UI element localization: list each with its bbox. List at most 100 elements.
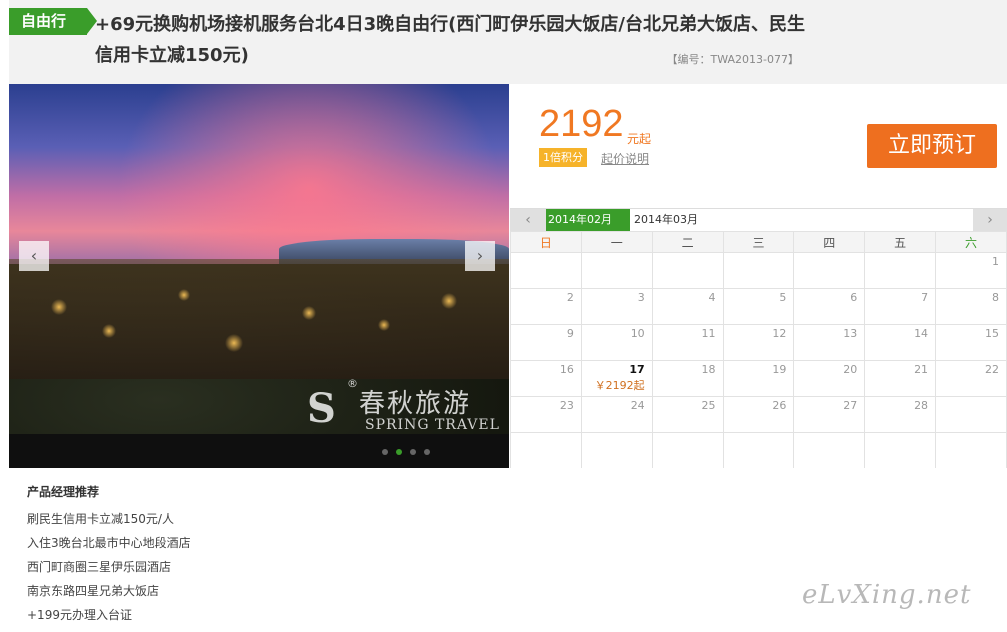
- calendar-day-number: 12: [772, 327, 787, 340]
- calendar-day-cell: 16: [510, 360, 582, 397]
- book-now-button[interactable]: 立即预订: [867, 124, 997, 168]
- calendar-week-row: 9 10 11 12 13 14 15: [510, 324, 1007, 361]
- calendar-day-cell: 7: [864, 288, 937, 325]
- calendar-day-cell: 4: [651, 288, 724, 325]
- recommend-item: 刷民生信用卡立减150元/人: [27, 512, 174, 526]
- calendar-empty-cell: [722, 432, 795, 469]
- calendar-day-number: 14: [914, 327, 929, 340]
- slider-next-button[interactable]: ›: [465, 241, 495, 271]
- calendar-day-number: 21: [914, 363, 929, 376]
- calendar-day-cell: 27: [793, 396, 866, 433]
- calendar-empty-cell: [510, 432, 582, 469]
- calendar-day-number: 2: [566, 291, 574, 304]
- calendar-day-cell: 23: [510, 396, 582, 433]
- spring-travel-logo: S: [307, 385, 336, 432]
- calendar-week-row: 1: [510, 252, 1007, 289]
- calendar-day-cell: 6: [793, 288, 866, 325]
- month-tab-mar[interactable]: 2014年03月: [632, 209, 722, 231]
- calendar-day-number: 15: [985, 327, 999, 340]
- price-unit: 元起: [627, 132, 652, 146]
- recommend-item: 南京东路四星兄弟大饭店: [27, 584, 160, 598]
- spring-travel-watermark: S ® 春秋旅游 SPRING TRAVEL: [307, 377, 507, 437]
- slider-dot[interactable]: [382, 449, 388, 455]
- calendar-week-row: 23 24 25 26 27 28: [510, 396, 1007, 433]
- calendar-next-icon[interactable]: ›: [973, 209, 1007, 231]
- calendar-day-cell: 18: [651, 360, 724, 397]
- weekday-sun: 日: [510, 231, 582, 253]
- weekday-wed: 三: [722, 231, 795, 253]
- weekday-thu: 四: [793, 231, 866, 253]
- calendar-day-number: 3: [637, 291, 645, 304]
- calendar-day-cell: 15: [935, 324, 1007, 361]
- calendar-day-number: 4: [708, 291, 716, 304]
- calendar-day-cell[interactable]: 17 ￥2192起: [580, 360, 653, 397]
- calendar-day-cell: 22: [935, 360, 1007, 397]
- weekday-header: 日 一 二 三 四 五 六: [510, 231, 1007, 253]
- photo-slider: S ® 春秋旅游 SPRING TRAVEL ‹ ›: [9, 84, 509, 468]
- calendar-day-number: 5: [779, 291, 787, 304]
- calendar-empty-cell: [793, 252, 866, 289]
- slider-prev-button[interactable]: ‹: [19, 241, 49, 271]
- calendar-day-number: 16: [559, 363, 574, 376]
- calendar-day-number: 8: [992, 291, 999, 304]
- site-watermark: eLvXing.net: [802, 580, 972, 610]
- calendar-day-number: 24: [630, 399, 645, 412]
- calendar-day-number: 22: [985, 363, 999, 376]
- slider-dot[interactable]: [424, 449, 430, 455]
- recommend-title: 产品经理推荐: [27, 485, 100, 499]
- calendar-day-cell: 19: [722, 360, 795, 397]
- calendar-prev-icon[interactable]: ‹: [510, 209, 546, 231]
- calendar-week-row: [510, 432, 1007, 469]
- recommend-item: +199元办理入台证: [27, 608, 132, 622]
- calendar-day-cell: 21: [864, 360, 937, 397]
- calendar-day-number: 23: [559, 399, 574, 412]
- free-travel-tag: 自由行: [9, 8, 97, 35]
- calendar-day-cell: 13: [793, 324, 866, 361]
- price-note-link[interactable]: 起价说明: [601, 150, 649, 167]
- registered-mark: ®: [347, 377, 358, 390]
- calendar-day-cell: 10: [580, 324, 653, 361]
- calendar-day-cell: 1: [935, 252, 1007, 289]
- calendar-day-cell: 26: [722, 396, 795, 433]
- watermark-cn-text: 春秋旅游: [359, 389, 472, 419]
- calendar-day-cell: 9: [510, 324, 582, 361]
- calendar-empty-cell: [651, 252, 724, 289]
- calendar-day-number: 19: [772, 363, 787, 376]
- calendar-empty-cell: [935, 396, 1007, 433]
- calendar-day-cell: 25: [651, 396, 724, 433]
- weekday-sat: 六: [935, 231, 1007, 253]
- product-code: 【编号：TWA2013-077】: [666, 53, 799, 66]
- recommend-item: 西门町商圈三星伊乐园酒店: [27, 560, 172, 574]
- calendar-day-cell: 24: [580, 396, 653, 433]
- slider-dot[interactable]: [410, 449, 416, 455]
- calendar-day-cell: 2: [510, 288, 582, 325]
- month-tab-feb[interactable]: 2014年02月: [546, 209, 630, 231]
- calendar-empty-cell: [580, 252, 653, 289]
- calendar-day-number: 9: [566, 327, 574, 340]
- calendar-day-number: 10: [630, 327, 645, 340]
- slider-pagination: [9, 434, 509, 468]
- calendar-day-cell: 12: [722, 324, 795, 361]
- calendar-day-number: 27: [843, 399, 858, 412]
- calendar-day-cell: 5: [722, 288, 795, 325]
- price-amount: 2192: [539, 103, 624, 145]
- calendar-day-number: 17: [629, 363, 645, 376]
- calendar-day-cell: 14: [864, 324, 937, 361]
- points-badge: 1倍积分: [539, 148, 587, 167]
- calendar-day-number: 28: [914, 399, 929, 412]
- calendar-empty-cell: [510, 252, 582, 289]
- calendar-empty-cell: [793, 432, 866, 469]
- weekday-tue: 二: [651, 231, 724, 253]
- calendar-empty-cell: [864, 252, 937, 289]
- calendar-day-number: 20: [843, 363, 858, 376]
- calendar-week-row: 16 17 ￥2192起 18 19 20 21 22: [510, 360, 1007, 397]
- slider-dot[interactable]: [396, 449, 402, 455]
- calendar-day-number: 26: [772, 399, 787, 412]
- calendar-day-price[interactable]: ￥2192起: [589, 377, 645, 393]
- calendar-day-cell: 8: [935, 288, 1007, 325]
- calendar-day-number: 7: [921, 291, 929, 304]
- calendar-day-cell: 20: [793, 360, 866, 397]
- product-header: 自由行 +69元换购机场接机服务台北4日3晚自由行(西门町伊乐园大饭店/台北兄弟…: [9, 0, 1007, 84]
- calendar-day-number: 25: [701, 399, 716, 412]
- calendar-day-number: 11: [701, 327, 716, 340]
